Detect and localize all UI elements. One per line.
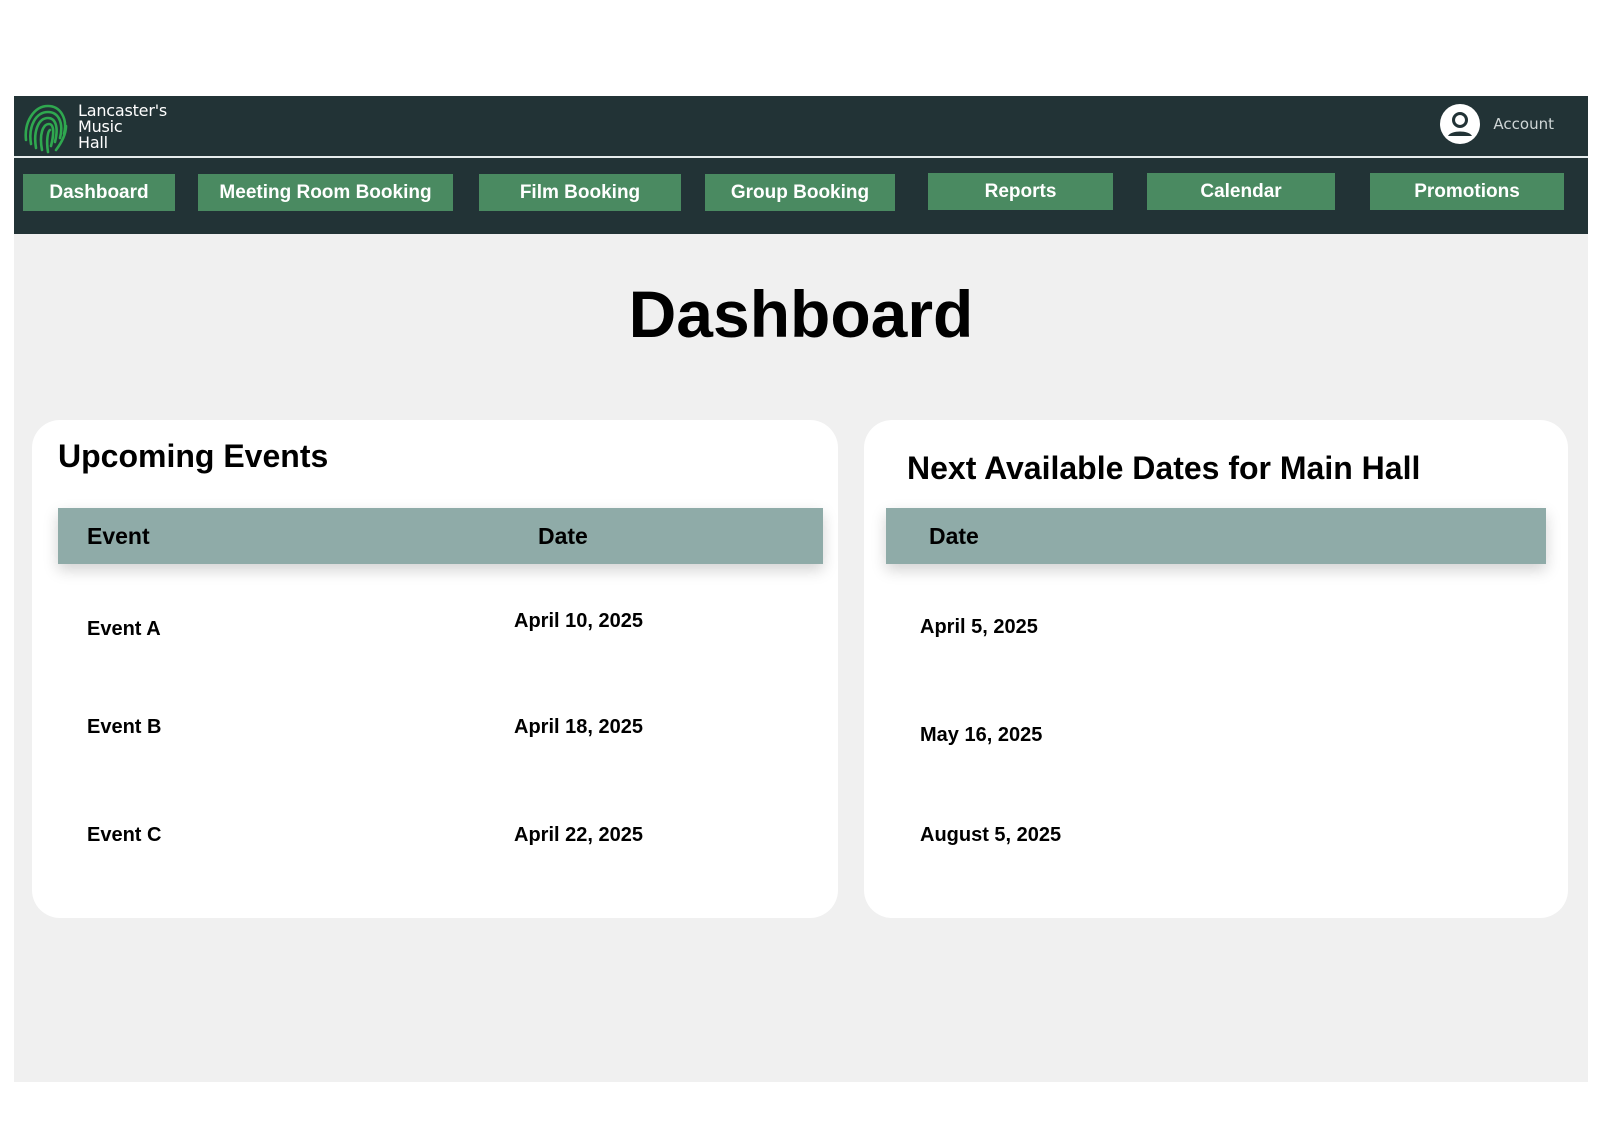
fingerprint-logo-icon [24, 104, 68, 154]
event-name-cell: Event C [87, 824, 162, 846]
available-dates-table-header: Date [886, 508, 1546, 564]
event-date-cell: April 22, 2025 [514, 824, 643, 846]
available-date-cell: May 16, 2025 [920, 724, 1043, 746]
nav-film-booking-button[interactable]: Film Booking [479, 174, 681, 211]
nav-promotions-button[interactable]: Promotions [1370, 173, 1564, 210]
upcoming-events-table-header: Event Date [58, 508, 823, 564]
available-date-cell: August 5, 2025 [920, 824, 1062, 846]
account-menu[interactable]: Account [1439, 102, 1554, 146]
event-name-cell: Event A [87, 618, 161, 640]
top-header: Lancaster's Music Hall Account [14, 96, 1588, 158]
event-date-cell: April 10, 2025 [514, 610, 643, 632]
available-dates-card: Next Available Dates for Main Hall Date … [864, 420, 1568, 918]
app-window: Lancaster's Music Hall Account Dashboard… [14, 96, 1588, 1082]
upcoming-events-card: Upcoming Events Event Date Event A April… [32, 420, 838, 918]
available-dates-title: Next Available Dates for Main Hall [907, 450, 1421, 486]
main-navigation: Dashboard Meeting Room Booking Film Book… [14, 158, 1588, 234]
nav-dashboard-button[interactable]: Dashboard [23, 174, 175, 211]
event-name-cell: Event B [87, 716, 162, 738]
column-header-date: Date [538, 523, 588, 549]
column-header-event: Event [87, 523, 150, 549]
column-header-date: Date [929, 523, 979, 549]
nav-group-booking-button[interactable]: Group Booking [705, 174, 895, 211]
nav-meeting-room-booking-button[interactable]: Meeting Room Booking [198, 174, 453, 211]
available-date-cell: April 5, 2025 [920, 616, 1038, 638]
upcoming-events-title: Upcoming Events [58, 438, 329, 474]
user-avatar-icon [1440, 104, 1481, 144]
brand-line-3: Hall [78, 133, 108, 152]
nav-reports-button[interactable]: Reports [928, 173, 1113, 210]
account-label: Account [1493, 115, 1554, 133]
page-title: Dashboard [628, 277, 974, 351]
nav-calendar-button[interactable]: Calendar [1147, 173, 1335, 210]
brand-name: Lancaster's Music Hall [78, 103, 167, 151]
event-date-cell: April 18, 2025 [514, 716, 643, 738]
brand-logo[interactable]: Lancaster's Music Hall [20, 100, 167, 154]
